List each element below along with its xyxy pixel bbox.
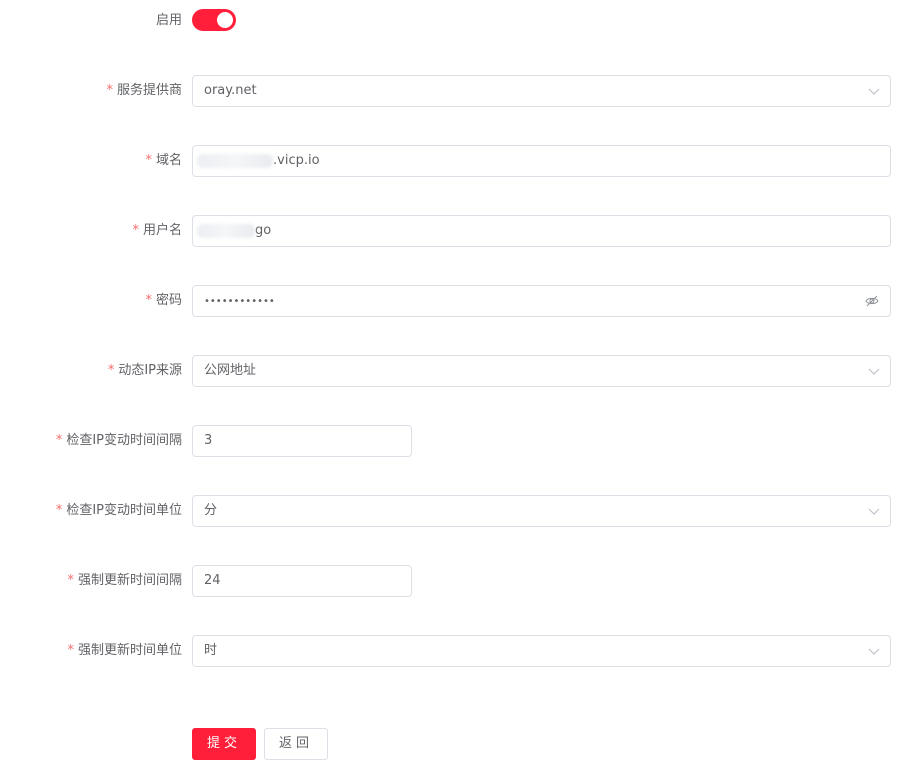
provider-select-value: oray.net [204, 83, 257, 98]
ip-source-select-value: 公网地址 [204, 363, 257, 378]
domain-input-value: .vicp.io [273, 153, 320, 168]
check-interval-input-value: 3 [204, 433, 213, 448]
label-check-interval: * 检查IP变动时间间隔 [55, 433, 182, 448]
redacted-text [197, 153, 273, 168]
row-force-interval: * 强制更新时间间隔 24 [0, 565, 918, 597]
force-unit-select-value: 时 [204, 643, 218, 658]
row-username: * 用户名 go [0, 215, 918, 247]
username-input[interactable]: go [192, 215, 891, 247]
check-interval-input[interactable]: 3 [192, 425, 412, 457]
row-check-interval: * 检查IP变动时间间隔 3 [0, 425, 918, 457]
submit-button[interactable]: 提交 [192, 728, 256, 760]
username-input-value: go [255, 223, 272, 238]
back-button[interactable]: 返回 [264, 728, 328, 760]
chevron-down-icon [868, 368, 880, 375]
row-password: * 密码 •••••••••••• [0, 285, 918, 317]
redacted-text [197, 223, 255, 238]
row-ip-source: * 动态IP来源 公网地址 [0, 355, 918, 387]
ddns-form: 启用 * 服务提供商 oray.net * 域名 .vicp.io * 用户名 go … [0, 0, 918, 766]
switch-knob [217, 12, 233, 28]
chevron-down-icon [868, 648, 880, 655]
row-enabled: 启用 [0, 5, 918, 37]
label-password: * 密码 [145, 293, 182, 308]
force-unit-select[interactable]: 时 [192, 635, 891, 667]
check-unit-select[interactable]: 分 [192, 495, 891, 527]
label-username: * 用户名 [132, 223, 182, 238]
label-force-interval: * 强制更新时间间隔 [67, 573, 182, 588]
enable-switch[interactable] [192, 9, 236, 31]
domain-input[interactable]: .vicp.io [192, 145, 891, 177]
password-input-value: •••••••••••• [204, 296, 275, 307]
eye-off-icon[interactable] [865, 294, 879, 308]
row-force-unit: * 强制更新时间单位 时 [0, 635, 918, 667]
label-domain: * 域名 [145, 153, 182, 168]
label-ip-source: * 动态IP来源 [107, 363, 182, 378]
force-interval-input[interactable]: 24 [192, 565, 412, 597]
row-check-unit: * 检查IP变动时间单位 分 [0, 495, 918, 527]
label-enabled: 启用 [155, 13, 182, 28]
label-provider: * 服务提供商 [106, 83, 182, 98]
chevron-down-icon [868, 88, 880, 95]
label-check-unit: * 检查IP变动时间单位 [55, 503, 182, 518]
check-unit-select-value: 分 [204, 503, 218, 518]
provider-select[interactable]: oray.net [192, 75, 891, 107]
force-interval-input-value: 24 [204, 573, 221, 588]
row-provider: * 服务提供商 oray.net [0, 75, 918, 107]
row-domain: * 域名 .vicp.io [0, 145, 918, 177]
password-input[interactable]: •••••••••••• [192, 285, 891, 317]
ip-source-select[interactable]: 公网地址 [192, 355, 891, 387]
label-force-unit: * 强制更新时间单位 [67, 643, 182, 658]
chevron-down-icon [868, 508, 880, 515]
